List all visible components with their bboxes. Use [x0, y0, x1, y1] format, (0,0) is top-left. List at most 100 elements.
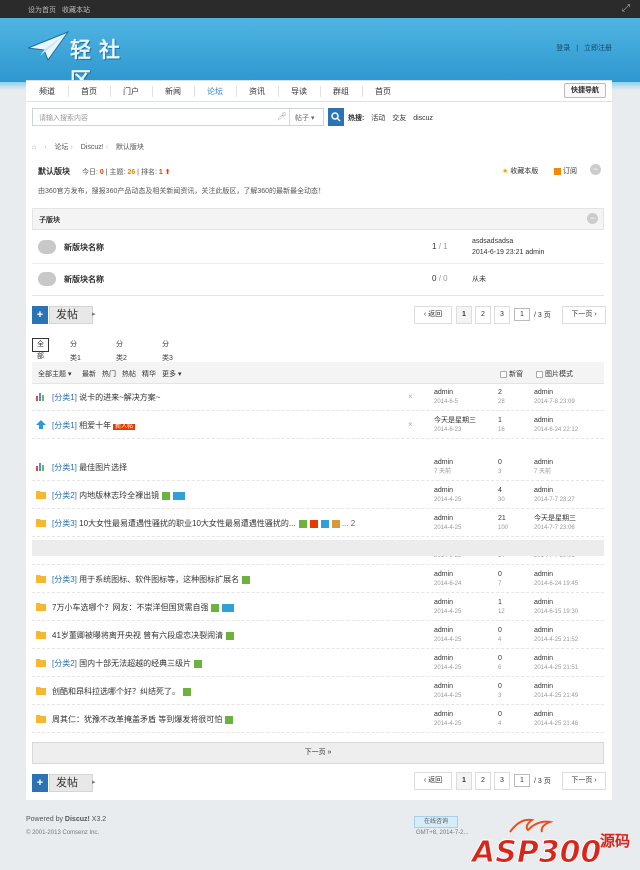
- favorite-forum-link[interactable]: ★ 收藏本版: [502, 166, 538, 176]
- nav-item-guide[interactable]: 导读: [284, 81, 314, 102]
- nav-item-news[interactable]: 新闻: [158, 81, 188, 102]
- hot-search-item[interactable]: 交友: [392, 115, 406, 122]
- poll-icon: [36, 462, 46, 471]
- page-total: / 3 页: [534, 778, 551, 785]
- folder-icon: [36, 602, 46, 611]
- page-input[interactable]: 1: [514, 308, 530, 321]
- thread-title[interactable]: [分类3] 10大女性最易遭遇性骚扰的职业10大女性最易遭遇性骚扰的... ..…: [52, 518, 355, 529]
- thread-title[interactable]: [分类2] 国内十部无法超越的经典三级片: [52, 658, 203, 669]
- nav-item-group[interactable]: 群组: [326, 81, 356, 102]
- nav-item-home-2[interactable]: 首页: [368, 81, 398, 102]
- page-3[interactable]: 3: [494, 772, 510, 790]
- tab-category-2[interactable]: 分类23: [116, 338, 127, 378]
- thread-last-post: admin 2014-4-25 21:49: [534, 683, 579, 699]
- nav-item-portal[interactable]: 门户: [116, 81, 146, 102]
- thread-title[interactable]: 周其仁：犹豫不改革掩盖矛盾 等到爆发将很可怕: [52, 714, 234, 725]
- search-input[interactable]: 请输入搜索内容: [39, 113, 88, 123]
- svg-text:ASP300: ASP300: [470, 835, 601, 870]
- home-icon[interactable]: ⌂: [32, 144, 36, 151]
- image-attachment-icon: [298, 519, 307, 528]
- page-1[interactable]: 1: [456, 772, 472, 790]
- site-header: 轻社区 登录 | 立即注册: [0, 18, 640, 92]
- auth-links: 登录 | 立即注册: [556, 43, 612, 53]
- back-button[interactable]: ‹ 返回: [414, 306, 452, 324]
- online-consult-button[interactable]: 在线咨询: [414, 816, 458, 828]
- subforum-last-post[interactable]: asdsadsadsa 2014-6-19 23:21 admin: [472, 236, 544, 258]
- thread-title[interactable]: [分类2] 内地版林志玲全裸出镜: [52, 490, 186, 501]
- new-window-checkbox[interactable]: 新窗: [500, 369, 523, 379]
- thumb-icon: [331, 519, 340, 528]
- filter-all-threads[interactable]: 全部主题 ▾: [38, 369, 71, 379]
- page-3[interactable]: 3: [494, 306, 510, 324]
- table-row: 7万小车选哪个？网友：不崇洋但国货需自强 admin 2014-4-25 1 12 adm…: [32, 594, 604, 621]
- thread-title[interactable]: [分类1] 说卡的进来~解决方案~: [52, 392, 160, 403]
- table-row: [分类1] 最佳图片选择 admin 7 天前 0 3 admin 7 天前: [32, 454, 604, 481]
- nav-item-forum[interactable]: 论坛: [200, 81, 230, 102]
- asp300-watermark-logo: ASP300 源码: [470, 812, 640, 870]
- filter-hot-posts[interactable]: 热帖: [122, 369, 136, 379]
- tab-all[interactable]: 全部: [32, 338, 49, 360]
- filter-digest[interactable]: 精华: [142, 369, 156, 379]
- picture-mode-checkbox[interactable]: 图片模式: [536, 369, 573, 379]
- next-page-button[interactable]: 下一页 ›: [562, 772, 606, 790]
- nav-item-channel[interactable]: 频道: [32, 81, 62, 102]
- separator-band: [32, 540, 604, 556]
- image-attachment-icon: [211, 603, 220, 612]
- rss-link[interactable]: 订阅: [554, 166, 577, 176]
- thread-title[interactable]: 创酷和昂科拉选哪个好？纠结死了。: [52, 686, 191, 697]
- nav-item-home[interactable]: 首页: [74, 81, 104, 102]
- set-home-link[interactable]: 设为首页: [28, 5, 56, 15]
- tab-category-3[interactable]: 分类32: [162, 338, 173, 378]
- thread-counts: 21 100: [498, 515, 509, 531]
- bookmark-link[interactable]: 收藏本站: [62, 5, 90, 15]
- thread-last-post: admin 2014-6-24 19:45: [534, 571, 579, 587]
- hot-search-item[interactable]: discuz: [413, 115, 433, 122]
- tab-category-1[interactable]: 分类12: [70, 338, 81, 378]
- search-type-select[interactable]: 帖子 ▾: [295, 113, 314, 123]
- folder-icon: [36, 686, 46, 695]
- filter-latest[interactable]: 最新: [82, 369, 96, 379]
- expand-icon[interactable]: ⤢: [622, 3, 630, 14]
- collapse-icon[interactable]: −: [590, 164, 601, 175]
- subforum-name[interactable]: 新版块名称: [64, 242, 104, 253]
- forum-stats: 今日: 0 | 主题: 26 | 排名: 1 ⬆: [82, 169, 171, 176]
- filter-hot[interactable]: 热门: [102, 369, 116, 379]
- breadcrumb-discuz[interactable]: Discuz!: [81, 144, 104, 151]
- back-button[interactable]: ‹ 返回: [414, 772, 452, 790]
- page-2[interactable]: 2: [475, 306, 491, 324]
- folder-icon: [36, 574, 46, 583]
- quick-nav-button[interactable]: 快捷导航: [564, 83, 606, 98]
- thread-last-post: 今天是星期三 2014-7-7 23:06: [534, 515, 576, 531]
- filter-more[interactable]: 更多 ▾: [162, 369, 181, 379]
- login-link[interactable]: 登录: [556, 45, 570, 52]
- site-logo[interactable]: 轻社区: [26, 30, 156, 92]
- hot-search-label: 热搜:: [348, 115, 365, 122]
- thread-title[interactable]: 41岁董卿被曝将离开央视 曾有六段虐恋决裂闹清: [52, 630, 235, 641]
- thread-author: admin 7 天前: [434, 459, 454, 475]
- thread-title[interactable]: [分类1] 相爱十年 新人帖: [52, 420, 136, 431]
- collapse-icon[interactable]: −: [587, 213, 598, 224]
- microphone-icon[interactable]: 🎤︎: [277, 112, 287, 121]
- breadcrumb-forum[interactable]: 论坛: [54, 144, 68, 151]
- thread-title[interactable]: [分类1] 最佳图片选择: [52, 462, 127, 473]
- load-next-page-button[interactable]: 下一页 »: [32, 742, 604, 764]
- search-button[interactable]: [328, 108, 344, 126]
- thread-title[interactable]: [分类3] 用于系统图标、软件图标等，这种图标扩展名: [52, 574, 251, 585]
- page-1[interactable]: 1: [456, 306, 472, 324]
- hot-search: 热搜: 活动 交友 discuz: [348, 113, 433, 123]
- next-page-button[interactable]: 下一页 ›: [562, 306, 606, 324]
- subforum-name[interactable]: 新版块名称: [64, 274, 104, 285]
- nav-item-info[interactable]: 资讯: [242, 81, 272, 102]
- close-icon[interactable]: ×: [408, 392, 413, 401]
- register-link[interactable]: 立即注册: [584, 45, 612, 52]
- close-icon[interactable]: ×: [408, 420, 413, 429]
- thread-title[interactable]: 7万小车选哪个？网友：不崇洋但国货需自强: [52, 602, 235, 613]
- subforum-row: 新版块名称 1 / 1 asdsadsadsa 2014-6-19 23:21 a…: [32, 232, 604, 264]
- hot-search-item[interactable]: 活动: [371, 115, 385, 122]
- page-2[interactable]: 2: [475, 772, 491, 790]
- image-attachment-icon: [225, 715, 234, 724]
- powered-by: Powered by Discuz! X3.2: [26, 816, 107, 823]
- page-input[interactable]: 1: [514, 774, 530, 787]
- thread-last-post: admin 2014-4-25 21:52: [534, 627, 579, 643]
- thread-last-post: admin 2014-6-24 22:12: [534, 417, 579, 433]
